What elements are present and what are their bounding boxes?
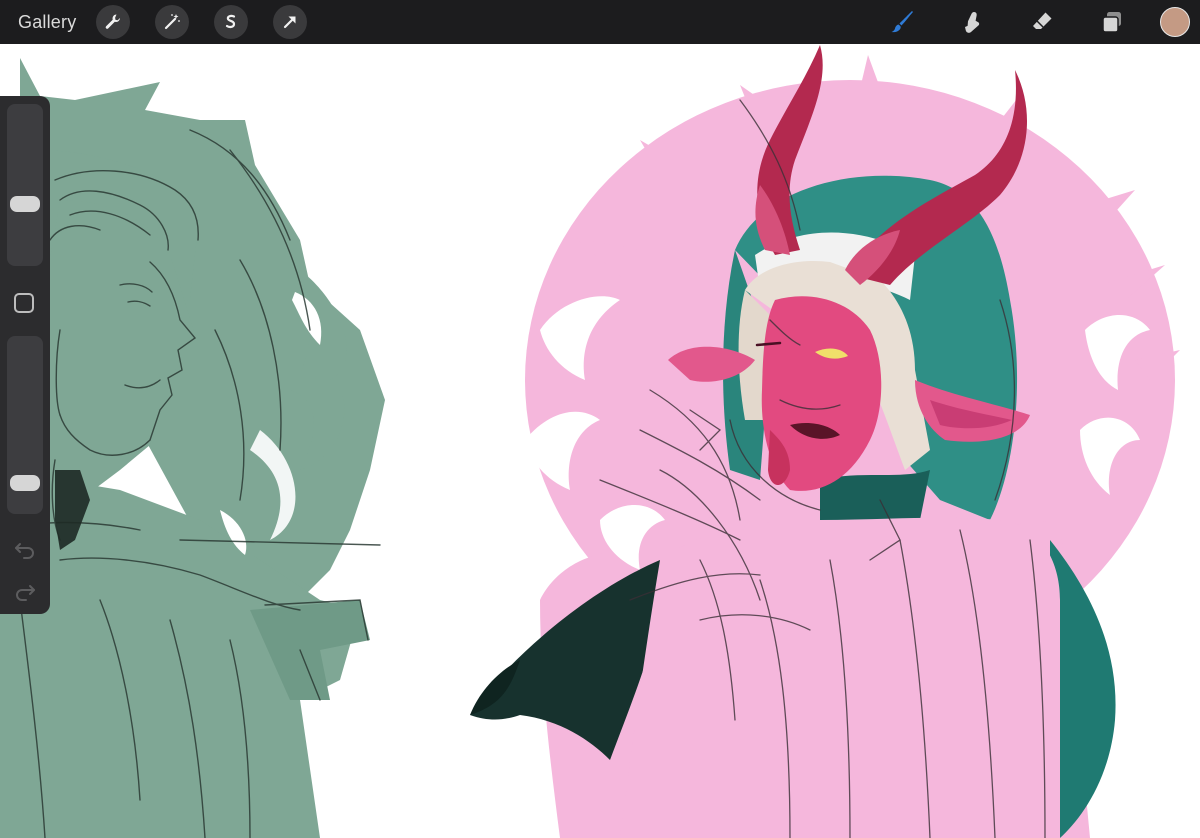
smudge-tool-button[interactable] [952,2,992,42]
eraser-tool-button[interactable] [1022,2,1062,42]
redo-icon[interactable] [12,578,38,604]
smudge-icon [965,12,980,33]
layers-icon [1102,12,1121,33]
brush-icon [891,11,913,33]
right-tools [852,0,1200,44]
brush-tool-button[interactable] [882,2,922,42]
opacity-slider[interactable] [7,336,43,514]
modify-button[interactable] [14,293,34,313]
magic-wand-icon [165,14,181,30]
brush-size-slider[interactable] [7,104,43,266]
selection-icon [226,14,236,29]
actions-button[interactable] [96,5,131,39]
transform-button[interactable] [273,5,308,39]
drawing-canvas[interactable] [0,44,1200,838]
selection-button[interactable] [214,5,249,39]
eraser-icon [1033,12,1052,29]
procreate-app: Gallery [0,0,1200,838]
left-sidebar [0,96,50,614]
wrench-icon [106,14,121,29]
adjustments-button[interactable] [155,5,190,39]
opacity-thumb[interactable] [10,475,40,491]
transform-arrow-icon [284,16,296,29]
color-picker-swatch[interactable] [1160,7,1190,37]
gallery-button[interactable]: Gallery [18,12,76,33]
brush-size-thumb[interactable] [10,196,40,212]
layers-button[interactable] [1092,2,1132,42]
undo-icon[interactable] [12,536,38,562]
top-toolbar: Gallery [0,0,1200,44]
